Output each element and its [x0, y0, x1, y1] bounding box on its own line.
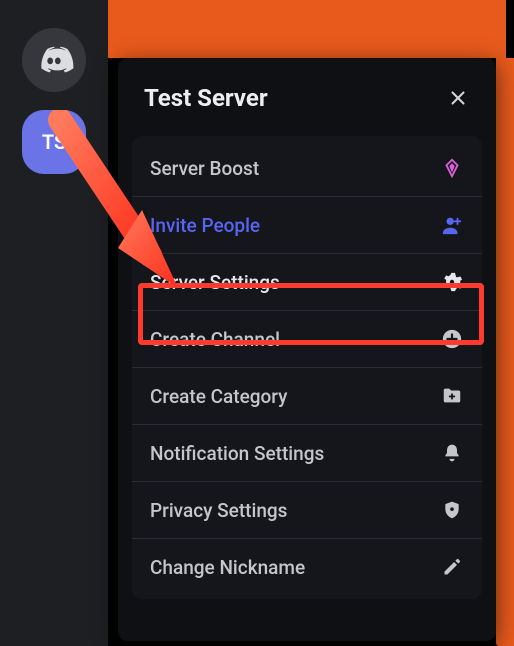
server-avatar[interactable]	[22, 438, 86, 502]
menu-label: Create Channel	[150, 328, 280, 351]
menu-label: Server Settings	[150, 271, 280, 294]
server-avatar[interactable]	[22, 192, 86, 256]
menu-item-invite-people[interactable]: Invite People	[132, 196, 482, 253]
bell-icon	[440, 441, 464, 465]
server-initials: TS	[42, 130, 66, 154]
panel-header: Test Server	[118, 60, 496, 136]
menu-item-server-boost[interactable]: Server Boost	[132, 140, 482, 196]
menu-item-privacy-settings[interactable]: Privacy Settings	[132, 481, 482, 538]
server-rail: TS	[0, 0, 108, 646]
close-button[interactable]	[442, 82, 474, 114]
menu-item-notification-settings[interactable]: Notification Settings	[132, 424, 482, 481]
menu-item-server-settings[interactable]: Server Settings	[132, 253, 482, 310]
close-icon	[447, 87, 469, 109]
shield-icon	[440, 498, 464, 522]
server-name-title: Test Server	[144, 84, 268, 112]
menu-label: Invite People	[150, 214, 260, 237]
menu-label: Privacy Settings	[150, 499, 287, 522]
app-root: TS	[0, 0, 514, 646]
menu-label: Create Category	[150, 385, 287, 408]
folder-plus-icon	[440, 384, 464, 408]
server-avatar[interactable]	[22, 274, 86, 338]
menu-label: Change Nickname	[150, 556, 305, 579]
server-dropdown-panel: Test Server Server Boost Invite People	[118, 58, 496, 641]
server-avatar[interactable]	[22, 356, 86, 420]
pencil-icon	[440, 555, 464, 579]
menu-item-create-category[interactable]: Create Category	[132, 367, 482, 424]
orange-header-strip	[108, 0, 506, 58]
server-menu: Server Boost Invite People	[132, 136, 482, 599]
server-avatar[interactable]	[22, 520, 86, 584]
add-user-icon	[440, 213, 464, 237]
circle-plus-icon	[440, 327, 464, 351]
menu-label: Notification Settings	[150, 442, 324, 465]
gear-icon	[440, 270, 464, 294]
menu-label: Server Boost	[150, 157, 259, 180]
menu-item-create-channel[interactable]: Create Channel	[132, 310, 482, 367]
discord-home-button[interactable]	[22, 28, 86, 92]
orange-side-strip	[496, 58, 514, 646]
boost-gem-icon	[440, 156, 464, 180]
server-selected[interactable]: TS	[22, 110, 86, 174]
discord-logo-icon	[34, 40, 74, 80]
menu-item-change-nickname[interactable]: Change Nickname	[132, 538, 482, 595]
